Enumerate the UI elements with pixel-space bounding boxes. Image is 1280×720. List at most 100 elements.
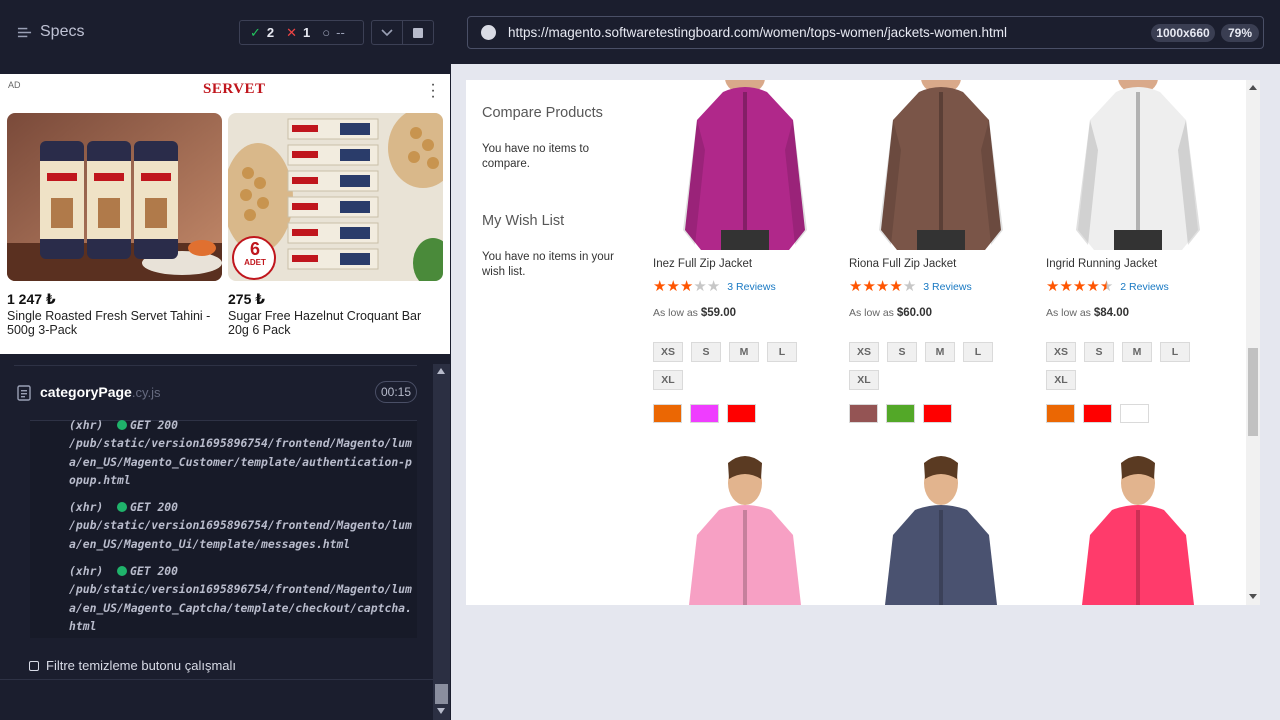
spec-header[interactable]: categoryPage.cy.js (17, 384, 160, 402)
color-swatch[interactable] (849, 404, 878, 423)
test-item[interactable]: Filtre temizleme butonu çalışmalı (29, 658, 236, 673)
size-option[interactable]: L (963, 342, 993, 362)
wish-list-title: My Wish List (482, 213, 565, 229)
pending-count: -- (336, 25, 345, 40)
quantity-badge: 6 ADET (237, 240, 273, 267)
star-icon: ★ (706, 278, 721, 295)
ad-product-card[interactable]: 1 247 ₺ Single Roasted Fresh Servet Tahi… (7, 113, 222, 337)
specs-button[interactable]: Specs (17, 23, 84, 41)
star-icon: ★ (1059, 278, 1073, 295)
color-swatch[interactable] (1083, 404, 1112, 423)
price-label: As low as (1046, 307, 1091, 319)
reviews-link[interactable]: 3 Reviews (923, 281, 971, 293)
zoom-badge[interactable]: 79% (1221, 24, 1259, 42)
page-scrollbar[interactable] (1246, 80, 1260, 605)
log-scrollbar[interactable] (433, 364, 450, 720)
log-type: (xhr) (69, 420, 104, 432)
star-icon: ★ (849, 278, 863, 295)
color-swatch[interactable] (923, 404, 952, 423)
product-name[interactable]: Inez Full Zip Jacket (653, 258, 752, 270)
ad-product-price: 275 ₺ (228, 291, 265, 307)
star-icon: ★ (653, 278, 667, 295)
status-dot-icon (117, 420, 128, 430)
size-option[interactable]: XS (1046, 342, 1076, 362)
color-swatch[interactable] (1120, 404, 1149, 423)
product-price: As low as $59.00 (653, 307, 736, 319)
color-swatch[interactable] (1046, 404, 1075, 423)
test-stats: ✓ 2 ✕ 1 ○ -- (239, 20, 364, 45)
product-image[interactable] (1046, 455, 1231, 605)
product-price: As low as $84.00 (1046, 307, 1129, 319)
size-option[interactable]: S (691, 342, 721, 362)
size-option[interactable]: XL (653, 370, 683, 390)
compare-products-title: Compare Products (482, 105, 603, 121)
product-name[interactable]: Ingrid Running Jacket (1046, 258, 1157, 270)
size-option[interactable]: XL (1046, 370, 1076, 390)
scrollbar-thumb[interactable] (1248, 348, 1258, 436)
passed-count: 2 (266, 25, 275, 40)
url-box[interactable]: https://magento.softwaretestingboard.com… (467, 16, 1264, 49)
badge-text: ADET (244, 258, 266, 267)
log-entry[interactable]: (xhr) GET 200 /pub/static/version1695896… (69, 562, 417, 635)
star-icon: ★ (666, 278, 680, 295)
log-type: (xhr) (69, 564, 104, 578)
scroll-up-icon[interactable] (437, 368, 445, 374)
log-path: /pub/static/version1695896754/frontend/M… (69, 582, 412, 633)
reviews-link[interactable]: 3 Reviews (727, 281, 775, 293)
product-card[interactable] (1046, 455, 1231, 605)
product-price: As low as $60.00 (849, 307, 932, 319)
product-image[interactable] (1046, 80, 1231, 250)
specs-menu-icon (17, 27, 32, 37)
size-option[interactable]: M (1122, 342, 1152, 362)
app-preview-panel: https://magento.softwaretestingboard.com… (451, 0, 1280, 720)
reviews-link[interactable]: 2 Reviews (1120, 281, 1168, 293)
stop-button[interactable] (403, 21, 433, 44)
product-card[interactable] (849, 455, 1034, 605)
cross-icon: ✕ (286, 24, 298, 40)
product-card[interactable] (653, 455, 838, 605)
star-icon: ★ (679, 278, 694, 295)
scrollbar-thumb[interactable] (435, 684, 448, 704)
log-entry[interactable]: (xhr) GET 200 /pub/static/version1695896… (69, 420, 417, 489)
size-option[interactable]: XS (849, 342, 879, 362)
wish-list-text: You have no items in your wish list. (482, 251, 614, 278)
ad-product-price: 1 247 ₺ (7, 291, 56, 307)
size-option[interactable]: XL (849, 370, 879, 390)
viewport-size-badge[interactable]: 1000x660 (1151, 24, 1215, 42)
log-type: (xhr) (69, 500, 104, 514)
more-options-icon[interactable]: · · · (426, 77, 440, 105)
color-swatch[interactable] (886, 404, 915, 423)
product-name[interactable]: Riona Full Zip Jacket (849, 258, 956, 270)
size-option[interactable]: S (887, 342, 917, 362)
ad-banner[interactable]: AD SERVET · · · 1 247 ₺ Single Roasted F… (0, 74, 450, 354)
star-icon: ★ (889, 278, 903, 295)
run-controls (371, 20, 434, 45)
color-swatch[interactable] (653, 404, 682, 423)
star-icon: ★ (875, 278, 890, 295)
scroll-down-icon[interactable] (437, 708, 445, 714)
log-entry[interactable]: (xhr) GET 200 /pub/static/version1695896… (69, 498, 417, 553)
file-icon (17, 385, 31, 401)
scroll-down-icon[interactable] (1249, 594, 1257, 599)
color-swatch[interactable] (690, 404, 719, 423)
price-value: $60.00 (896, 307, 933, 319)
scroll-up-icon[interactable] (1249, 85, 1257, 90)
size-option[interactable]: L (767, 342, 797, 362)
log-path: /pub/static/version1695896754/frontend/M… (69, 436, 412, 487)
log-list[interactable]: (xhr) GET 200 /pub/static/version1695896… (30, 420, 417, 638)
size-option[interactable]: M (925, 342, 955, 362)
spec-extension: .cy.js (131, 385, 161, 400)
size-option[interactable]: S (1084, 342, 1114, 362)
color-swatch[interactable] (727, 404, 756, 423)
size-option[interactable]: XS (653, 342, 683, 362)
product-image[interactable] (849, 80, 1034, 250)
url-text[interactable]: https://magento.softwaretestingboard.com… (508, 25, 1007, 40)
chevron-down-icon[interactable] (372, 21, 403, 44)
size-option[interactable]: M (729, 342, 759, 362)
ad-product-card[interactable]: 6 ADET 275 ₺ Sugar Free Hazelnut Croquan… (228, 113, 443, 337)
size-option[interactable]: L (1160, 342, 1190, 362)
price-label: As low as (653, 307, 698, 319)
product-image[interactable] (653, 80, 838, 250)
product-image[interactable] (849, 455, 1034, 605)
product-image[interactable] (653, 455, 838, 605)
